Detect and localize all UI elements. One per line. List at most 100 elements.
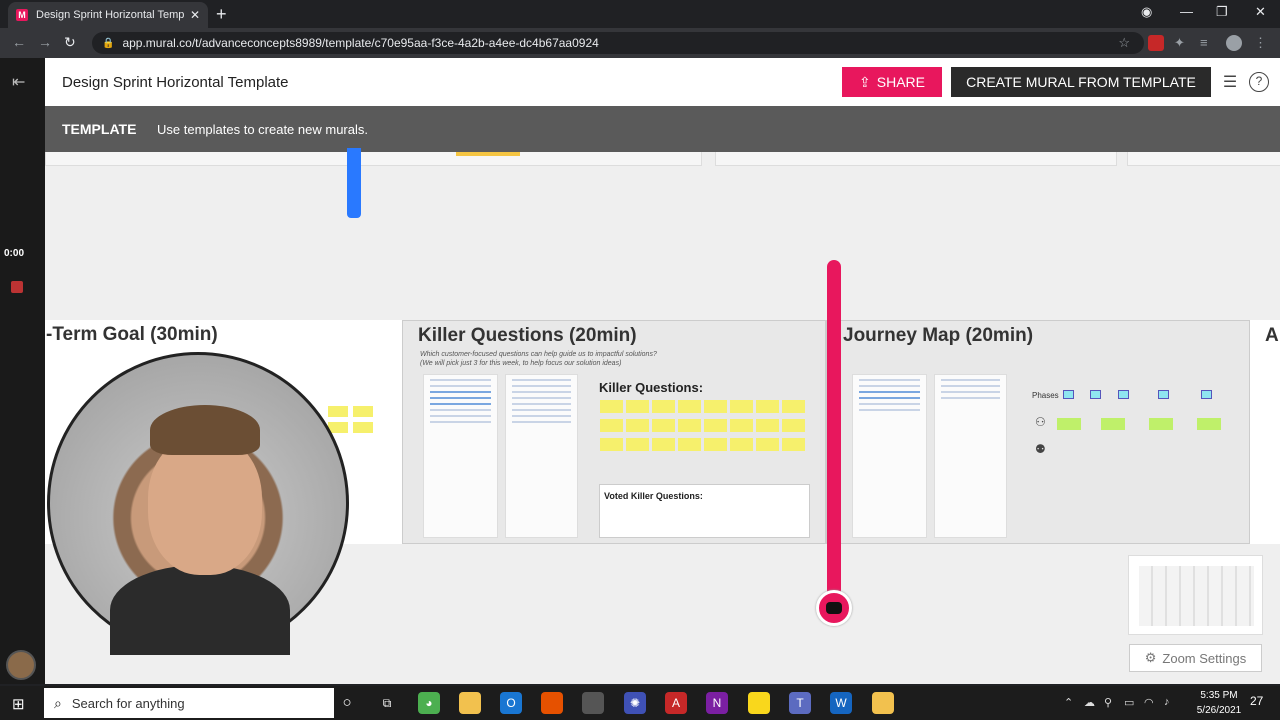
voted-questions-box[interactable]: Voted Killer Questions:	[599, 484, 810, 538]
share-button[interactable]: ⇪ SHARE	[842, 67, 942, 97]
banner-text: Use templates to create new murals.	[157, 122, 368, 137]
sticky-note[interactable]	[1197, 418, 1221, 430]
notification-count[interactable]: 27	[1250, 694, 1263, 708]
reload-icon[interactable]: ↻	[64, 34, 76, 51]
bookmark-star-icon[interactable]: ☆	[1118, 35, 1130, 51]
sticky-note[interactable]	[353, 406, 373, 417]
profile-avatar-icon[interactable]	[1226, 35, 1242, 51]
sticky-note[interactable]	[730, 400, 753, 413]
sticky-note[interactable]	[782, 438, 805, 451]
volume-icon[interactable]: ♪	[1164, 696, 1170, 708]
clock-date[interactable]: 5/26/2021	[1189, 705, 1249, 716]
sticky-note[interactable]	[600, 419, 623, 432]
instruction-doc[interactable]	[505, 374, 578, 538]
settings-app-icon[interactable]: ✺	[624, 692, 646, 714]
sticky-note[interactable]	[626, 438, 649, 451]
browser-menu-icon[interactable]: ⋮	[1254, 35, 1270, 51]
cortana-icon[interactable]: ○	[336, 692, 358, 714]
onenote-icon[interactable]: N	[706, 692, 728, 714]
sticky-note[interactable]	[626, 400, 649, 413]
clock-time[interactable]: 5:35 PM	[1189, 690, 1249, 701]
sticky-note[interactable]	[353, 422, 373, 433]
windows-start-icon[interactable]: ⊞	[12, 695, 25, 713]
window-close-icon[interactable]: ✕	[1255, 4, 1266, 20]
outlook-icon[interactable]: O	[500, 692, 522, 714]
instruction-doc[interactable]	[852, 374, 927, 538]
address-bar[interactable]: 🔒 app.mural.co/t/advanceconcepts8989/tem…	[92, 32, 1144, 54]
sticky-note[interactable]	[756, 400, 779, 413]
sticky-note[interactable]	[756, 419, 779, 432]
help-icon[interactable]: ?	[1249, 72, 1269, 92]
sticky-note[interactable]	[1101, 418, 1125, 430]
file-explorer-icon[interactable]	[459, 692, 481, 714]
sticky-note[interactable]	[730, 438, 753, 451]
minimize-icon[interactable]: —	[1180, 4, 1193, 19]
exit-icon[interactable]: ⇤	[12, 72, 25, 92]
timer-guide-bar	[827, 260, 841, 610]
phase-box[interactable]	[1118, 390, 1129, 399]
sticky-note[interactable]	[704, 419, 727, 432]
record-stop-icon[interactable]	[11, 281, 23, 293]
tray-chevron-icon[interactable]: ⌃	[1064, 696, 1073, 709]
battery-icon[interactable]: ▭	[1124, 696, 1134, 709]
sticky-note[interactable]	[678, 419, 701, 432]
teams-icon[interactable]: T	[789, 692, 811, 714]
address-url[interactable]: app.mural.co/t/advanceconcepts8989/templ…	[122, 36, 598, 50]
back-icon[interactable]: ←	[12, 34, 26, 50]
voted-header: Voted Killer Questions:	[604, 491, 703, 501]
presenter-face	[148, 435, 262, 575]
browser-tab[interactable]: M Design Sprint Horizontal Template ✕	[8, 2, 208, 28]
sticky-note[interactable]	[652, 438, 675, 451]
wifi-icon[interactable]: ◠	[1144, 696, 1154, 709]
sticky-note[interactable]	[704, 400, 727, 413]
phase-box[interactable]	[1063, 390, 1074, 399]
phase-box[interactable]	[1158, 390, 1169, 399]
tab-close-icon[interactable]: ✕	[190, 8, 200, 22]
profile-menu-icon[interactable]: ◉	[1141, 4, 1152, 20]
instruction-doc[interactable]	[423, 374, 498, 538]
word-icon[interactable]: W	[830, 692, 852, 714]
outline-list-icon[interactable]: ☰	[1220, 72, 1240, 92]
new-tab-button[interactable]: +	[216, 4, 227, 25]
sticky-note[interactable]	[756, 438, 779, 451]
guide-handle-icon[interactable]	[816, 590, 852, 626]
sticky-note[interactable]	[704, 438, 727, 451]
zoom-settings-button[interactable]: ⚙ Zoom Settings	[1129, 644, 1262, 672]
taskbar-search[interactable]: ⌕ Search for anything	[44, 688, 334, 718]
phase-box[interactable]	[1090, 390, 1101, 399]
chrome-icon[interactable]: ◕	[418, 692, 440, 714]
sticky-notes-icon[interactable]	[748, 692, 770, 714]
sticky-note[interactable]	[1149, 418, 1173, 430]
sticky-note[interactable]	[678, 400, 701, 413]
forward-icon[interactable]: →	[38, 34, 52, 50]
sticky-note[interactable]	[782, 419, 805, 432]
sticky-note[interactable]	[626, 419, 649, 432]
onedrive-icon[interactable]: ☁	[1084, 696, 1095, 709]
maximize-icon[interactable]: ❐	[1216, 4, 1228, 20]
sticky-note[interactable]	[600, 400, 623, 413]
folder-icon[interactable]	[872, 692, 894, 714]
minimap[interactable]	[1128, 555, 1263, 635]
reading-list-icon[interactable]: ≡	[1200, 35, 1216, 51]
task-view-icon[interactable]: ⧉	[376, 692, 398, 714]
sticky-note[interactable]	[678, 438, 701, 451]
avatar[interactable]	[6, 650, 36, 680]
create-mural-button[interactable]: CREATE MURAL FROM TEMPLATE	[951, 67, 1211, 97]
sticky-note[interactable]	[652, 400, 675, 413]
instruction-doc[interactable]	[934, 374, 1007, 538]
phase-box[interactable]	[1201, 390, 1212, 399]
sticky-note[interactable]	[730, 419, 753, 432]
sticky-note[interactable]	[1057, 418, 1081, 430]
extensions-puzzle-icon[interactable]: ✦	[1174, 35, 1190, 51]
extension-adobe-icon[interactable]	[1148, 35, 1164, 51]
firefox-icon[interactable]	[541, 692, 563, 714]
sticky-note[interactable]	[328, 406, 348, 417]
acrobat-icon[interactable]: A	[665, 692, 687, 714]
sticky-note[interactable]	[782, 400, 805, 413]
app-icon[interactable]	[582, 692, 604, 714]
killer-subtitle-2: (We will pick just 3 for this week, to h…	[420, 360, 622, 367]
sticky-note[interactable]	[652, 419, 675, 432]
tray-icon[interactable]: ⚲	[1104, 696, 1112, 709]
frame-partial-right[interactable]	[1250, 320, 1280, 544]
sticky-note[interactable]	[600, 438, 623, 451]
